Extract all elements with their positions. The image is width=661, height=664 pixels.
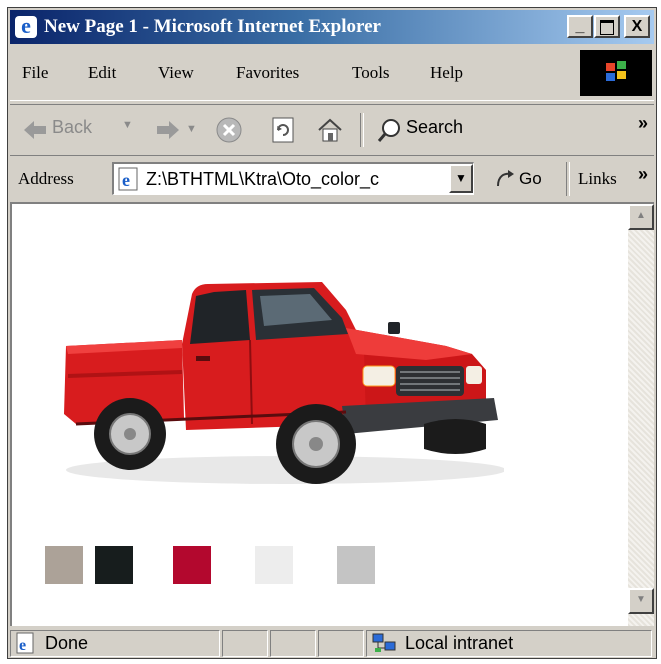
title-bar: e New Page 1 - Microsoft Internet Explor… bbox=[10, 10, 654, 44]
minimize-button[interactable]: _ bbox=[567, 15, 593, 38]
toolbar-separator bbox=[360, 113, 364, 147]
address-input[interactable]: e Z:\BTHTML\Ktra\Oto_color_c ▼ bbox=[112, 162, 474, 195]
status-zone-cell: Local intranet bbox=[366, 630, 652, 657]
page-content: ▲ ▼ bbox=[10, 202, 654, 626]
windows-logo-icon bbox=[580, 50, 652, 96]
go-arrow-icon bbox=[497, 170, 514, 187]
forward-dropdown-icon[interactable]: ▼ bbox=[186, 123, 197, 135]
toolbar-more-button[interactable]: » bbox=[638, 113, 648, 134]
vertical-scrollbar[interactable]: ▲ ▼ bbox=[628, 204, 654, 626]
go-label: Go bbox=[519, 169, 542, 188]
address-label: Address bbox=[18, 169, 74, 188]
menu-favorites[interactable]: Favorites bbox=[236, 63, 299, 83]
forward-arrow-icon[interactable] bbox=[155, 119, 181, 141]
ie-logo-icon[interactable]: e bbox=[15, 13, 37, 38]
menu-tools[interactable]: Tools bbox=[352, 63, 390, 83]
menu-file[interactable]: File bbox=[22, 63, 48, 83]
home-icon[interactable] bbox=[316, 116, 344, 144]
go-button[interactable]: Go bbox=[490, 163, 560, 195]
maximize-button[interactable] bbox=[594, 15, 620, 38]
pickup-truck-image bbox=[64, 282, 504, 484]
status-cell bbox=[270, 630, 316, 657]
address-value: Z:\BTHTML\Ktra\Oto_color_c bbox=[146, 169, 380, 189]
menu-view[interactable]: View bbox=[158, 63, 194, 83]
back-label: Back bbox=[52, 117, 93, 137]
zone-text: Local intranet bbox=[405, 633, 514, 653]
color-swatch-tan[interactable] bbox=[45, 546, 83, 584]
color-swatch-black[interactable] bbox=[95, 546, 133, 584]
scroll-down-icon[interactable]: ▼ bbox=[628, 588, 654, 614]
menu-edit[interactable]: Edit bbox=[88, 63, 116, 83]
standard-toolbar: Back ▼ ▼ Search » bbox=[10, 104, 654, 156]
close-button[interactable]: X bbox=[624, 15, 650, 38]
menu-bar: File Edit View Favorites Tools Help bbox=[10, 48, 654, 101]
ie-page-icon: e bbox=[118, 167, 138, 191]
color-swatch-silver[interactable] bbox=[337, 546, 375, 584]
back-button[interactable]: Back ▼ bbox=[18, 113, 142, 147]
address-bar: Address e Z:\BTHTML\Ktra\Oto_color_c ▼ G… bbox=[10, 155, 654, 203]
search-label: Search bbox=[406, 117, 464, 137]
status-text: Done bbox=[45, 633, 89, 653]
back-arrow-icon bbox=[24, 121, 46, 139]
search-button[interactable]: Search bbox=[374, 113, 484, 147]
refresh-icon[interactable] bbox=[270, 116, 296, 144]
status-cell-main: e Done bbox=[10, 630, 220, 657]
color-swatch-white[interactable] bbox=[255, 546, 293, 584]
status-bar: e Done Local intranet bbox=[10, 628, 654, 658]
status-cell bbox=[222, 630, 268, 657]
links-button[interactable]: Links bbox=[578, 169, 617, 189]
stop-icon[interactable] bbox=[215, 116, 243, 144]
svg-text:e: e bbox=[122, 170, 130, 190]
links-more-button[interactable]: » bbox=[638, 164, 648, 185]
scroll-up-icon[interactable]: ▲ bbox=[628, 204, 654, 230]
local-intranet-icon bbox=[372, 633, 396, 652]
window-title: New Page 1 - Microsoft Internet Explorer bbox=[44, 16, 381, 37]
browser-window: e New Page 1 - Microsoft Internet Explor… bbox=[7, 7, 657, 659]
back-dropdown-icon[interactable]: ▼ bbox=[122, 119, 133, 131]
menu-help[interactable]: Help bbox=[430, 63, 463, 83]
ie-page-icon: e bbox=[16, 632, 34, 654]
address-dropdown-icon[interactable]: ▼ bbox=[449, 164, 473, 193]
color-swatch-red[interactable] bbox=[173, 546, 211, 584]
svg-text:e: e bbox=[19, 637, 26, 654]
address-separator bbox=[566, 162, 570, 196]
status-cell bbox=[318, 630, 364, 657]
search-icon bbox=[377, 119, 400, 142]
